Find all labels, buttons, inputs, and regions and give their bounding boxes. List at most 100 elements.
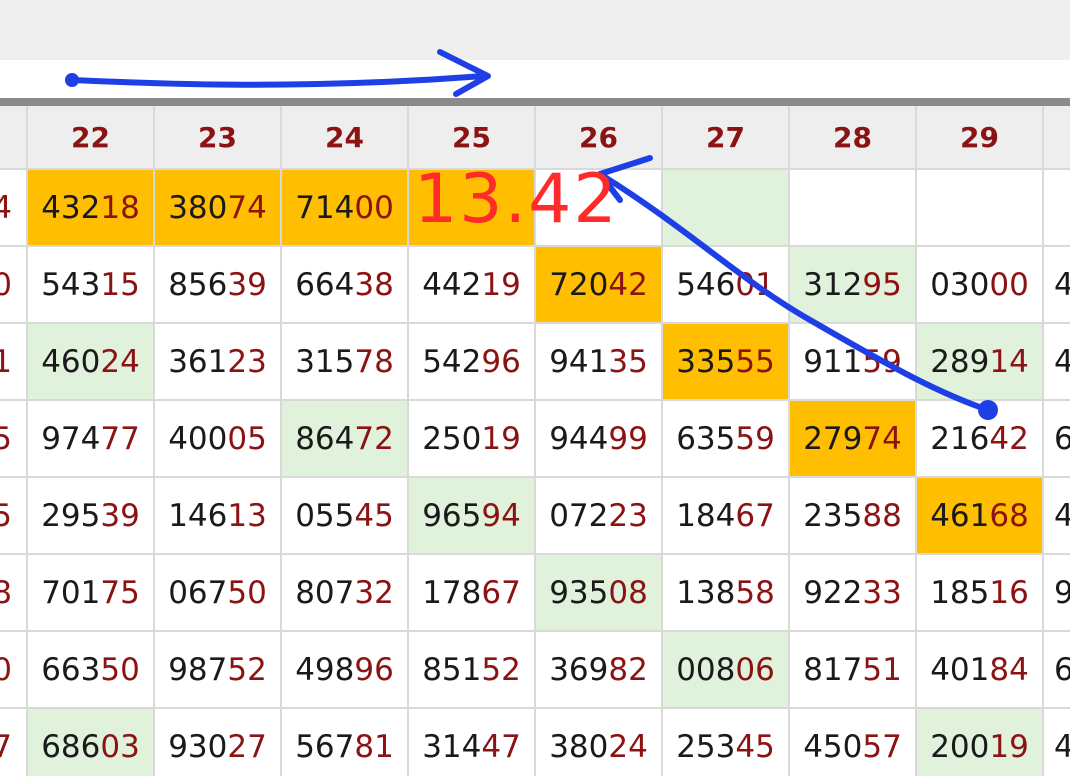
- number-prefix: 295: [41, 497, 101, 534]
- number-prefix: 400: [168, 420, 228, 457]
- number-prefix: 138: [676, 574, 736, 611]
- column-header-day: 24: [282, 106, 409, 170]
- row-prev-digit: 0: [0, 267, 12, 303]
- number-cell: 067 50: [155, 555, 282, 632]
- row-prev-cell: 7: [0, 709, 28, 776]
- number-suffix: 45: [735, 728, 775, 765]
- number-cell: 369 82: [536, 632, 663, 709]
- row-prev-digit: 4: [0, 190, 12, 226]
- number-suffix: 05: [227, 420, 267, 457]
- number-prefix: 664: [295, 266, 355, 303]
- number-suffix: 74: [862, 420, 902, 457]
- column-header-day: 22: [28, 106, 155, 170]
- number-prefix: 055: [295, 497, 355, 534]
- number-suffix: 75: [100, 574, 140, 611]
- row-prev-cell: 0: [0, 632, 28, 709]
- number-cell: 461 68: [917, 478, 1044, 555]
- row-prev-digit: 5: [0, 498, 12, 534]
- number-cell: 253 45: [663, 709, 790, 776]
- number-cell: 460 24: [28, 324, 155, 401]
- number-cell: 312 95: [790, 247, 917, 324]
- number-suffix: 33: [862, 574, 902, 611]
- number-prefix: 067: [168, 574, 228, 611]
- number-prefix: 030: [930, 266, 990, 303]
- row-next-digit: 6: [1054, 421, 1070, 457]
- number-suffix: 03: [100, 728, 140, 765]
- row-prev-digit: 0: [0, 652, 12, 688]
- number-suffix: 18: [100, 189, 140, 226]
- number-suffix: 81: [354, 728, 394, 765]
- number-suffix: 78: [354, 343, 394, 380]
- number-prefix: 567: [295, 728, 355, 765]
- number-cell: 314 47: [409, 709, 536, 776]
- number-cell: 714 00: [282, 170, 409, 247]
- number-suffix: 19: [989, 728, 1029, 765]
- number-suffix: 23: [608, 497, 648, 534]
- header-divider: [0, 98, 1070, 106]
- row-prev-cell: 8: [0, 555, 28, 632]
- number-prefix: 072: [549, 497, 609, 534]
- number-cell: 664 38: [282, 247, 409, 324]
- number-cell: 856 39: [155, 247, 282, 324]
- number-suffix: 84: [989, 651, 1029, 688]
- number-suffix: 16: [989, 574, 1029, 611]
- top-bar: [0, 0, 1070, 60]
- number-prefix: 185: [930, 574, 990, 611]
- number-suffix: 08: [608, 574, 648, 611]
- number-prefix: 851: [422, 651, 482, 688]
- number-suffix: 96: [354, 651, 394, 688]
- number-suffix: 24: [100, 343, 140, 380]
- row-prev-digit: 1: [0, 344, 12, 380]
- number-prefix: 178: [422, 574, 482, 611]
- number-suffix: 68: [989, 497, 1029, 534]
- number-prefix: 663: [41, 651, 101, 688]
- number-suffix: 95: [862, 266, 902, 303]
- number-suffix: 50: [100, 651, 140, 688]
- number-suffix: 51: [862, 651, 902, 688]
- number-suffix: 42: [608, 266, 648, 303]
- number-prefix: 279: [803, 420, 863, 457]
- number-cell: 200 19: [917, 709, 1044, 776]
- number-suffix: 99: [608, 420, 648, 457]
- scroll-strip[interactable]: [0, 60, 1070, 98]
- number-cell: 546 01: [663, 247, 790, 324]
- number-prefix: 720: [549, 266, 609, 303]
- number-cell: 146 13: [155, 478, 282, 555]
- number-suffix: 45: [354, 497, 394, 534]
- number-prefix: 701: [41, 574, 101, 611]
- number-suffix: 72: [354, 420, 394, 457]
- row-prev-cell: 5: [0, 478, 28, 555]
- number-cell: 055 45: [282, 478, 409, 555]
- number-prefix: 965: [422, 497, 482, 534]
- number-prefix: 974: [41, 420, 101, 457]
- number-cell: 361 23: [155, 324, 282, 401]
- number-suffix: 88: [862, 497, 902, 534]
- number-prefix: 911: [803, 343, 863, 380]
- number-suffix: 94: [481, 497, 521, 534]
- number-cell: 442 19: [409, 247, 536, 324]
- number-suffix: 50: [227, 574, 267, 611]
- number-cell: 432 18: [28, 170, 155, 247]
- number-cell: 663 50: [28, 632, 155, 709]
- number-suffix: 74: [227, 189, 267, 226]
- number-suffix: 38: [354, 266, 394, 303]
- number-cell: 450 57: [790, 709, 917, 776]
- number-cell: [663, 170, 790, 247]
- number-cell: 250 19: [409, 401, 536, 478]
- number-prefix: 498: [295, 651, 355, 688]
- number-prefix: 807: [295, 574, 355, 611]
- number-cell: 184 67: [663, 478, 790, 555]
- number-suffix: 15: [100, 266, 140, 303]
- number-cell: 701 75: [28, 555, 155, 632]
- number-cell: 138 58: [663, 555, 790, 632]
- number-prefix: 369: [549, 651, 609, 688]
- number-suffix: 82: [608, 651, 648, 688]
- row-next-cell: 4: [1044, 247, 1070, 324]
- row-next-digit: 6: [1054, 652, 1070, 688]
- row-next-digit: 4: [1054, 729, 1070, 765]
- number-suffix: 32: [354, 574, 394, 611]
- row-prev-cell: 0: [0, 247, 28, 324]
- number-cell: 974 77: [28, 401, 155, 478]
- number-prefix: 253: [676, 728, 736, 765]
- number-prefix: 380: [168, 189, 228, 226]
